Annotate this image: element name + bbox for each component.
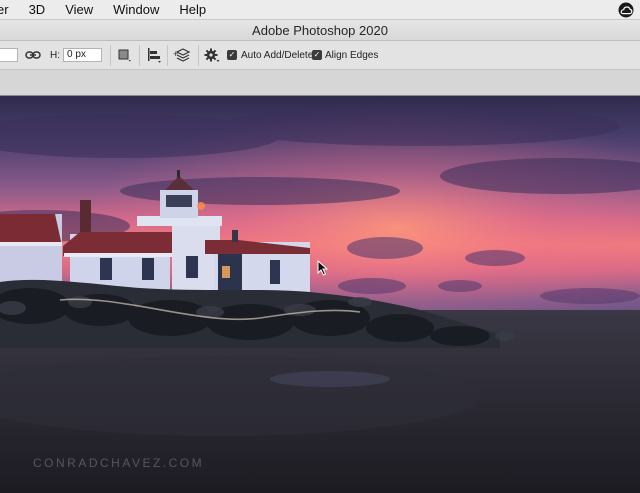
menu-item-type[interactable]: er [0,0,19,20]
separator [110,45,111,66]
link-icon[interactable] [25,49,41,61]
stack-add-icon[interactable]: + [173,46,191,64]
menu-item-view[interactable]: View [55,0,103,20]
separator [198,45,199,66]
arrow-cursor-icon [317,260,329,276]
window-title: Adobe Photoshop 2020 [252,23,388,38]
menu-bar: er 3D View Window Help [0,0,640,20]
gear-icon[interactable] [204,47,220,63]
menu-item-help[interactable]: Help [169,0,216,20]
document-canvas[interactable]: CONRADCHAVEZ.COM [0,96,640,493]
menu-item-3d[interactable]: 3D [19,0,56,20]
height-field[interactable]: 0 px [63,48,102,62]
document-tab-strip [0,70,640,96]
window-title-bar: Adobe Photoshop 2020 [0,20,640,41]
height-label: H: [50,50,60,61]
auto-add-delete-label: Auto Add/Delete [241,50,314,61]
align-edges-checkbox[interactable]: ✓ [312,50,322,60]
separator [167,45,168,66]
creative-cloud-icon[interactable] [618,2,634,18]
watermark-text: CONRADCHAVEZ.COM [33,456,205,470]
auto-add-delete-checkbox[interactable]: ✓ [227,50,237,60]
svg-text:+: + [173,49,178,59]
menu-item-window[interactable]: Window [103,0,169,20]
lighthouse-photo [0,96,640,493]
separator [139,45,140,66]
align-icon[interactable] [146,47,162,63]
options-bar: H: 0 px + ✓ Auto Add/Delete ✓ Align Edge… [0,41,640,70]
frame-icon[interactable] [117,48,132,62]
width-field[interactable] [0,48,18,62]
align-edges-label: Align Edges [325,50,379,61]
